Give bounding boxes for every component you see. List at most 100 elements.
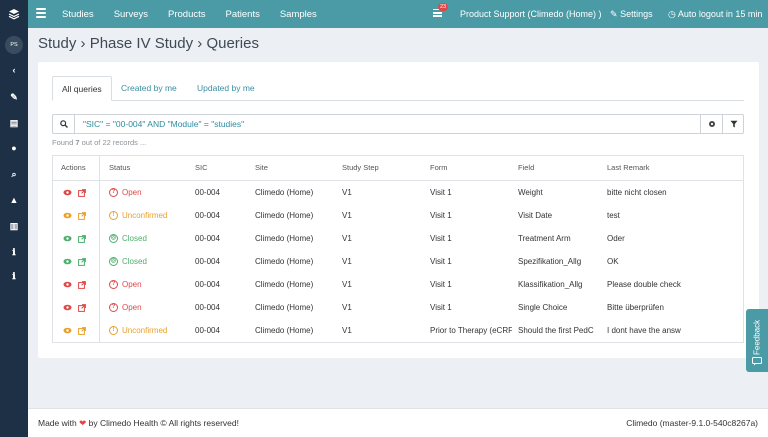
row-actions <box>63 319 86 342</box>
status-icon: ! <box>109 211 118 220</box>
remark-cell: Please double check <box>607 280 681 289</box>
breadcrumb-study[interactable]: Study <box>38 35 76 52</box>
avatar[interactable]: PS <box>5 36 23 54</box>
external-link-icon[interactable] <box>78 326 86 335</box>
header-form[interactable]: Form <box>430 156 448 180</box>
eye-icon[interactable] <box>63 235 72 242</box>
remark-cell: bitte nicht closen <box>607 188 667 197</box>
nav-surveys[interactable]: Surveys <box>114 9 148 20</box>
header-field[interactable]: Field <box>518 156 534 180</box>
field-cell: Spezifikation_Allg <box>518 257 582 266</box>
table-row[interactable]: ◎ Closed 00-004 Climedo (Home) V1 Visit 1 Trea… <box>53 227 743 250</box>
feedback-label: Feedback <box>752 319 762 355</box>
step-cell: V1 <box>342 280 352 289</box>
location-pin-icon[interactable]: ● <box>0 140 28 156</box>
external-link-icon[interactable] <box>78 234 86 243</box>
sidebar: PS ‹ ✎ ▤ ● ⌕ ▲ ▥ ℹ ℹ <box>0 28 28 437</box>
search-icon[interactable] <box>53 115 75 133</box>
nav-samples[interactable]: Samples <box>280 9 317 20</box>
breadcrumb-phase[interactable]: Phase IV Study <box>90 35 193 52</box>
eye-icon[interactable] <box>63 189 72 196</box>
search-icon[interactable]: ⌕ <box>0 166 28 182</box>
tab-created-by-me[interactable]: Created by me <box>121 76 177 101</box>
info-icon[interactable]: ℹ <box>0 268 28 284</box>
row-actions <box>63 250 86 273</box>
warning-icon[interactable]: ▲ <box>0 192 28 208</box>
status-icon: ? <box>109 303 118 312</box>
table-row[interactable]: ◎ Closed 00-004 Climedo (Home) V1 Visit 1 Spez… <box>53 250 743 273</box>
nav-patients[interactable]: Patients <box>226 9 260 20</box>
notifications-icon[interactable]: 23 <box>433 3 449 21</box>
step-cell: V1 <box>342 234 352 243</box>
external-link-icon[interactable] <box>78 280 86 289</box>
row-actions <box>63 296 86 319</box>
footer-copyright: Made with ❤ by Climedo Health © All righ… <box>38 409 239 437</box>
breadcrumb: Study › Phase IV Study › Queries <box>38 35 259 52</box>
filter-icon[interactable] <box>722 115 744 133</box>
field-cell: Single Choice <box>518 303 568 312</box>
document-icon[interactable]: ▤ <box>0 115 28 131</box>
field-cell: Should the first PedC <box>518 326 594 335</box>
field-cell: Klassifikation_Allg <box>518 280 583 289</box>
eye-icon[interactable] <box>63 212 72 219</box>
table-row[interactable]: ? Open 00-004 Climedo (Home) V1 Visit 1 Weight… <box>53 181 743 204</box>
form-cell: Visit 1 <box>430 257 452 266</box>
search-bar: "SIC" = "00-004" AND "Module" = "studies… <box>52 114 744 134</box>
table-row[interactable]: ! Unconfirmed 00-004 Climedo (Home) V1 Visit … <box>53 204 743 227</box>
eye-icon[interactable] <box>63 304 72 311</box>
gear-icon[interactable] <box>700 115 722 133</box>
queries-card: All queries Created by me Updated by me … <box>38 62 759 358</box>
top-bar: Studies Surveys Products Patients Sample… <box>0 0 768 28</box>
site-cell: Climedo (Home) <box>255 211 314 220</box>
hamburger-menu-icon[interactable] <box>36 8 46 20</box>
eye-icon[interactable] <box>63 258 72 265</box>
tab-bar: All queries Created by me Updated by me <box>52 76 744 101</box>
info-icon[interactable]: ℹ <box>0 244 28 260</box>
collapse-chevron-icon[interactable]: ‹ <box>0 62 28 78</box>
main-nav: Studies Surveys Products Patients Sample… <box>62 0 337 28</box>
header-sic[interactable]: SIC <box>195 156 208 180</box>
step-cell: V1 <box>342 188 352 197</box>
clipboard-icon[interactable]: ▥ <box>0 218 28 234</box>
step-cell: V1 <box>342 257 352 266</box>
support-menu[interactable]: Product Support (Climedo (Home) ) <box>460 0 602 28</box>
table-row[interactable]: ? Open 00-004 Climedo (Home) V1 Visit 1 Klassi… <box>53 273 743 296</box>
status-label: Closed <box>122 257 147 266</box>
header-site[interactable]: Site <box>255 156 268 180</box>
site-cell: Climedo (Home) <box>255 326 314 335</box>
sic-cell: 00-004 <box>195 188 220 197</box>
settings-link[interactable]: ✎ Settings <box>610 0 653 28</box>
eye-icon[interactable] <box>63 327 72 334</box>
table-row[interactable]: ? Open 00-004 Climedo (Home) V1 Visit 1 Single… <box>53 296 743 319</box>
search-input[interactable]: "SIC" = "00-004" AND "Module" = "studies… <box>83 115 244 133</box>
tab-updated-by-me[interactable]: Updated by me <box>197 76 255 101</box>
nav-studies[interactable]: Studies <box>62 9 94 20</box>
records-found: Found 7 out of 22 records ... <box>52 138 146 147</box>
settings-label: Settings <box>620 9 653 19</box>
table-row[interactable]: ! Unconfirmed 00-004 Climedo (Home) V1 Prior … <box>53 319 743 342</box>
external-link-icon[interactable] <box>78 188 86 197</box>
external-link-icon[interactable] <box>78 257 86 266</box>
header-last-remark[interactable]: Last Remark <box>607 156 650 180</box>
page-title: Queries <box>206 35 259 52</box>
sic-cell: 00-004 <box>195 211 220 220</box>
form-cell: Prior to Therapy (eCRF) <box>430 326 512 335</box>
tab-all-queries[interactable]: All queries <box>52 76 112 101</box>
sic-cell: 00-004 <box>195 326 220 335</box>
eye-icon[interactable] <box>63 281 72 288</box>
external-link-icon[interactable] <box>78 303 86 312</box>
chat-icon <box>752 357 762 366</box>
wrench-icon[interactable]: ✎ <box>0 89 28 105</box>
heart-icon: ❤ <box>79 418 87 428</box>
row-actions <box>63 227 86 250</box>
external-link-icon[interactable] <box>78 211 86 220</box>
header-status[interactable]: Status <box>109 156 130 180</box>
header-actions: Actions <box>61 163 86 172</box>
feedback-button[interactable]: Feedback <box>746 309 768 372</box>
layers-logo-icon[interactable] <box>0 0 28 28</box>
nav-products[interactable]: Products <box>168 9 206 20</box>
form-cell: Visit 1 <box>430 188 452 197</box>
remark-cell: Bitte überprüfen <box>607 303 664 312</box>
auto-logout[interactable]: ◷ Auto logout in 15 min <box>668 0 762 28</box>
header-study-step[interactable]: Study Step <box>342 156 379 180</box>
